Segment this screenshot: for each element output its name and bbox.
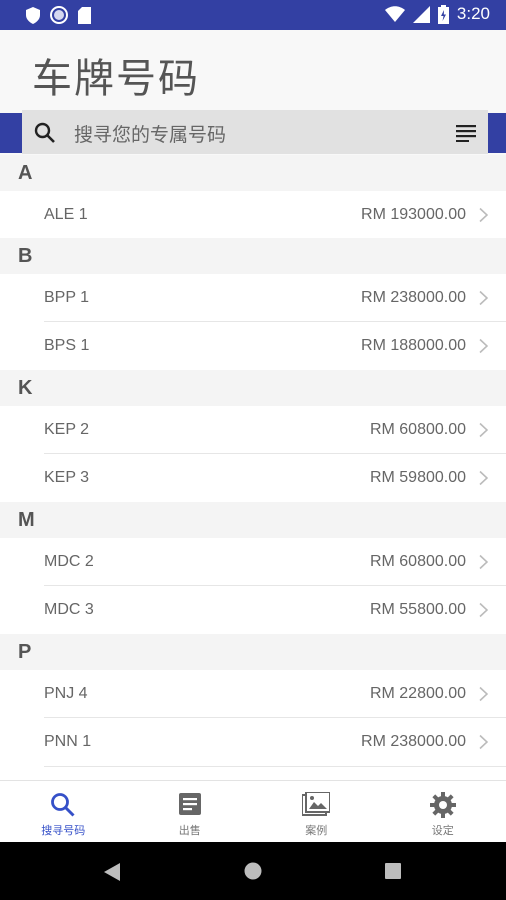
plate-number: KEP 3 <box>44 469 90 486</box>
gear-icon <box>429 792 456 818</box>
search-placeholder: 搜寻您的专属号码 <box>74 124 227 146</box>
tab-search-plates[interactable]: 搜寻号码 <box>0 781 127 842</box>
battery-icon <box>437 4 449 24</box>
back-icon[interactable] <box>104 863 120 881</box>
plate-price: RM 59800.00 <box>369 469 466 486</box>
accent-bar-right <box>488 113 506 153</box>
plate-number: PNN 1 <box>44 733 92 750</box>
section-header-a: A <box>0 155 506 191</box>
list-item[interactable]: MDC 3 RM 55800.00 <box>0 585 506 634</box>
shield-icon <box>26 6 40 24</box>
tab-sell[interactable]: 出售 <box>127 781 254 842</box>
plate-number: KEP 2 <box>44 420 90 438</box>
clock: 3:20 <box>456 4 490 23</box>
plate-price: RM 55800.00 <box>369 601 466 618</box>
plate-price: RM 238000.00 <box>361 288 466 306</box>
list-item[interactable]: ALE 1 RM 193000.00 <box>0 191 506 238</box>
plate-price: RM 238000.00 <box>361 733 466 750</box>
document-icon <box>178 793 201 815</box>
section-header-m: M <box>0 502 506 538</box>
tab-label: 出售 <box>178 824 201 837</box>
circle-status-icon <box>50 6 68 24</box>
chevron-right-icon <box>479 290 488 305</box>
page-title: 车牌号码 <box>32 56 200 102</box>
wifi-icon <box>384 5 405 22</box>
plate-number: BPS 1 <box>44 337 90 354</box>
sort-menu-icon[interactable] <box>456 124 476 142</box>
system-nav-bar <box>0 842 506 900</box>
list-item[interactable]: PNJ 4 RM 22800.00 <box>0 670 506 717</box>
status-bar: 3:20 <box>0 0 506 30</box>
plate-price: RM 188000.00 <box>361 337 466 354</box>
plate-list: A ALE 1 RM 193000.00 B BPP 1 RM 238000.0… <box>0 155 506 780</box>
plate-number: PNJ 4 <box>44 684 88 702</box>
plate-price: RM 193000.00 <box>361 205 466 223</box>
search-icon <box>51 793 75 817</box>
signal-icon <box>412 5 430 23</box>
list-item[interactable]: KEP 3 RM 59800.00 <box>0 453 506 502</box>
list-item[interactable]: MDC 2 RM 60800.00 <box>0 538 506 585</box>
sd-card-icon <box>78 6 91 24</box>
accent-bar-left <box>0 113 24 153</box>
chevron-right-icon <box>479 470 488 486</box>
gallery-icon <box>302 792 331 816</box>
section-header-p: P <box>0 634 506 670</box>
search-band: 搜寻您的专属号码 <box>0 110 506 155</box>
tab-settings[interactable]: 设定 <box>380 781 506 842</box>
chevron-right-icon <box>479 338 488 354</box>
plate-number: MDC 2 <box>44 552 94 570</box>
chevron-right-icon <box>479 207 488 222</box>
list-item[interactable]: PNN 1 RM 238000.00 <box>0 717 506 766</box>
chevron-right-icon <box>479 554 488 569</box>
plate-price: RM 60800.00 <box>369 552 466 570</box>
list-item-partial[interactable] <box>0 766 506 780</box>
tab-label: 设定 <box>431 824 454 837</box>
search-input[interactable]: 搜寻您的专属号码 <box>22 110 488 154</box>
list-item[interactable]: KEP 2 RM 60800.00 <box>0 406 506 453</box>
plate-number: MDC 3 <box>44 601 94 618</box>
search-icon <box>34 122 55 143</box>
plate-number: ALE 1 <box>44 205 88 223</box>
home-icon[interactable] <box>244 862 262 880</box>
plate-price: RM 22800.00 <box>369 684 466 702</box>
tab-label: 搜寻号码 <box>41 824 86 837</box>
plate-price: RM 60800.00 <box>369 420 466 438</box>
list-item[interactable]: BPS 1 RM 188000.00 <box>0 321 506 370</box>
chevron-right-icon <box>479 734 488 750</box>
recents-icon[interactable] <box>385 863 401 879</box>
app-header: 车牌号码 <box>0 30 506 110</box>
section-header-b: B <box>0 238 506 274</box>
chevron-right-icon <box>479 686 488 701</box>
tab-cases[interactable]: 案例 <box>253 781 380 842</box>
section-header-k: K <box>0 370 506 406</box>
bottom-nav: 搜寻号码 出售 案例 设定 <box>0 780 506 842</box>
plate-number: BPP 1 <box>44 288 90 306</box>
list-item[interactable]: BPP 1 RM 238000.00 <box>0 274 506 321</box>
tab-label: 案例 <box>305 824 328 837</box>
chevron-right-icon <box>479 602 488 618</box>
chevron-right-icon <box>479 422 488 437</box>
